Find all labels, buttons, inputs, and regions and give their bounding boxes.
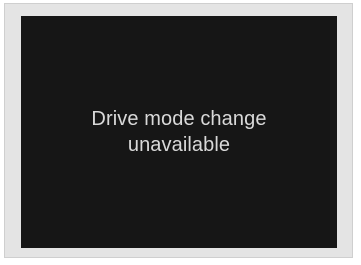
display-screen: Drive mode change unavailable: [21, 16, 337, 248]
status-message-line-2: unavailable: [127, 134, 231, 156]
display-bezel: Drive mode change unavailable: [4, 3, 353, 258]
status-message: Drive mode change unavailable: [91, 106, 266, 158]
status-message-line-1: Drive mode change: [91, 108, 267, 130]
